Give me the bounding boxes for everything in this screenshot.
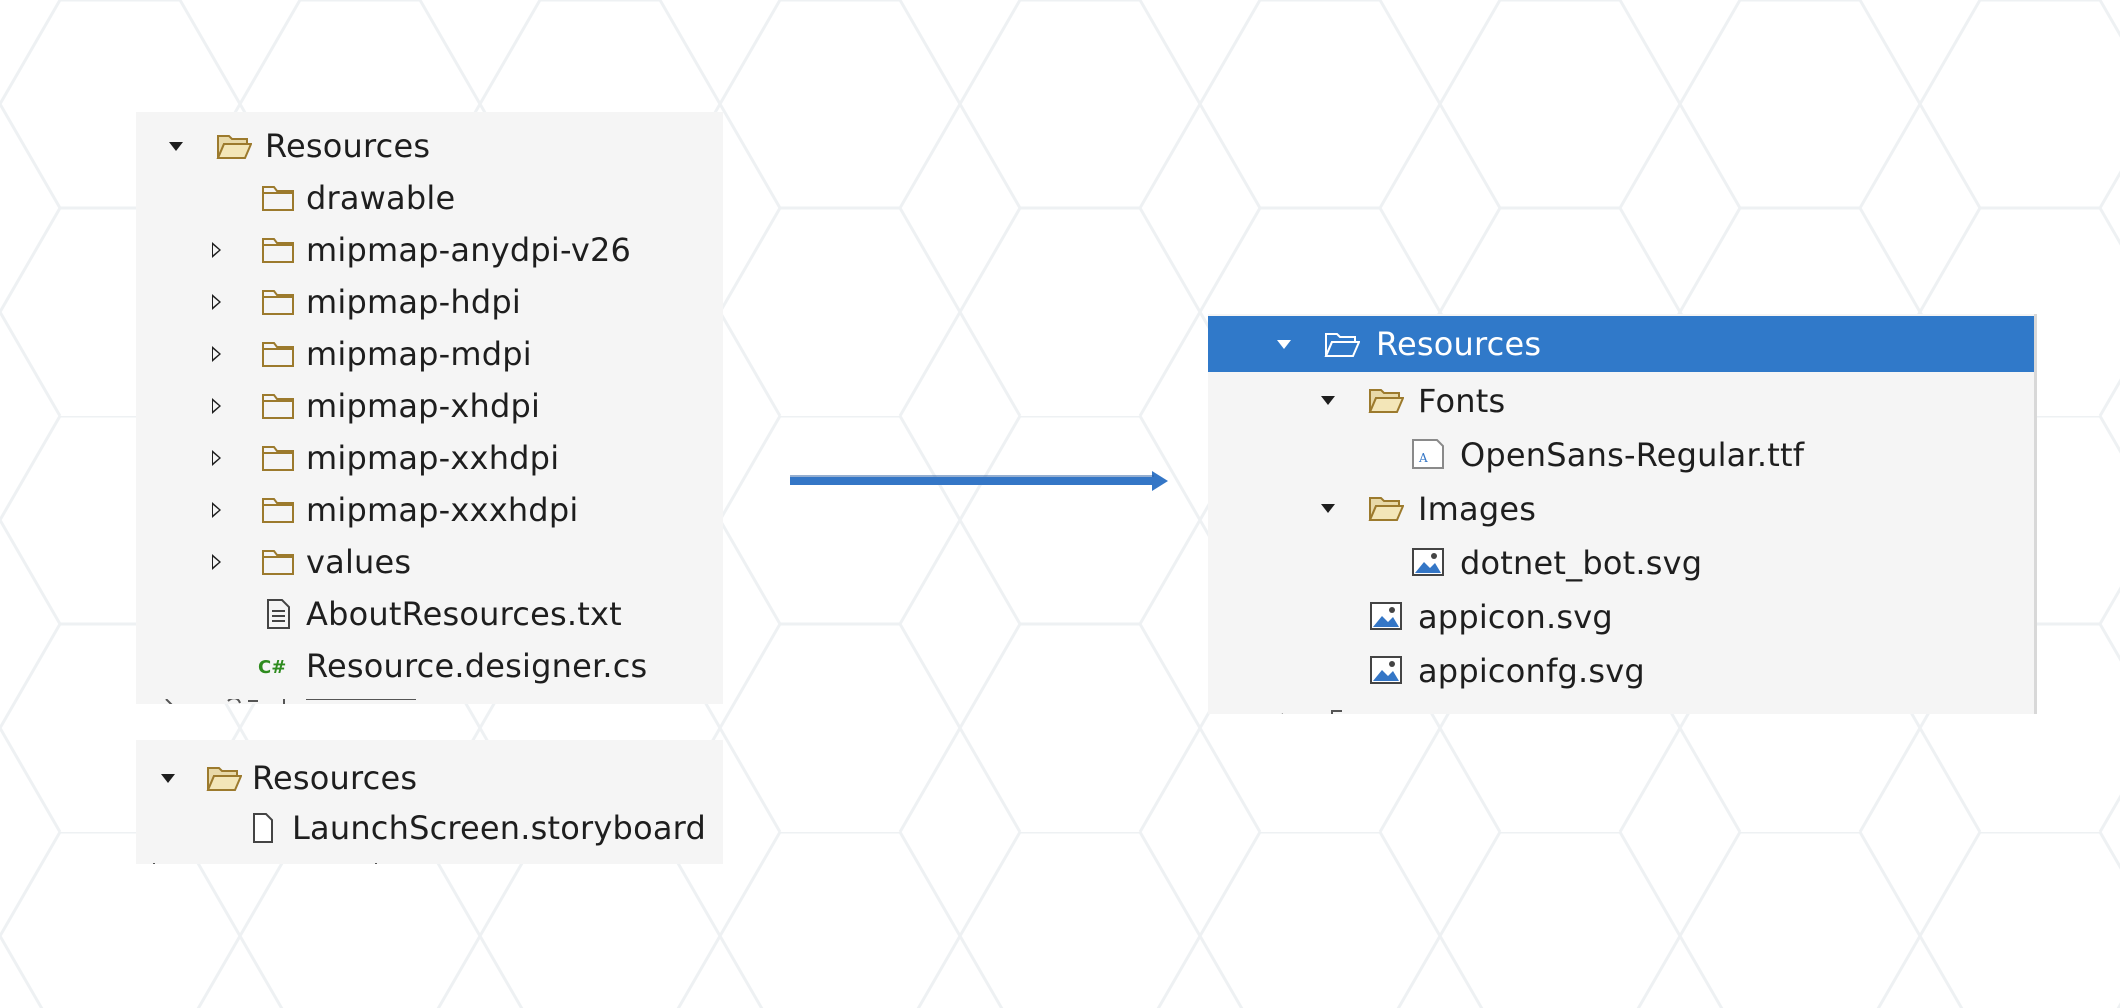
collapse-toggle-icon[interactable] <box>1318 498 1338 518</box>
collapse-toggle-icon[interactable] <box>1274 334 1294 354</box>
collapse-toggle-icon[interactable] <box>166 136 186 156</box>
folder-icon <box>260 234 296 266</box>
ios-resources-tree: Resources LaunchScreen.storyboard <box>136 740 723 864</box>
expand-toggle-icon[interactable] <box>206 344 226 364</box>
tree-node-label: appicon.svg <box>1418 598 1613 636</box>
expand-toggle-icon[interactable] <box>206 552 226 572</box>
tree-node-label: mipmap-xxxhdpi <box>306 491 579 529</box>
tree-node-resources[interactable]: Resources <box>136 752 723 804</box>
tree-node-launchscreen[interactable]: LaunchScreen.storyboard <box>136 802 723 854</box>
tree-node-label: mipmap-xhdpi <box>306 387 541 425</box>
tree-node-drawable[interactable]: drawable <box>136 172 723 224</box>
tree-node-mipmap-hdpi[interactable]: mipmap-hdpi <box>136 276 723 328</box>
tree-node-label: LaunchScreen.storyboard <box>292 809 706 847</box>
folder-icon <box>260 390 296 422</box>
tree-node-label: Resources <box>252 759 418 797</box>
tree-node-label: mipmap-xxhdpi <box>306 439 560 477</box>
open-folder-icon <box>1368 492 1404 524</box>
expand-toggle-icon[interactable] <box>206 396 226 416</box>
open-folder-icon <box>1368 384 1404 416</box>
folder-icon <box>260 182 296 214</box>
open-folder-icon <box>216 130 252 162</box>
image-file-icon <box>1410 546 1446 578</box>
folder-icon <box>260 494 296 526</box>
android-resources-tree: Resources drawable mipmap-anydpi-v26 mip… <box>136 112 723 704</box>
svg-text:A: A <box>1418 451 1428 465</box>
folder-icon <box>260 286 296 318</box>
open-folder-icon <box>1324 328 1360 360</box>
folder-icon <box>260 338 296 370</box>
tree-node-resources[interactable]: Resources <box>1208 316 2034 372</box>
tree-node-label: Fonts <box>1418 382 1506 420</box>
tree-node-images[interactable]: Images <box>1208 482 2034 536</box>
tree-node-dotnet-bot[interactable]: dotnet_bot.svg <box>1208 536 2034 590</box>
tree-node-label: values <box>306 543 412 581</box>
folder-icon <box>260 442 296 474</box>
tree-node-label: Resources <box>1376 325 1542 363</box>
tree-node-aboutresources[interactable]: AboutResources.txt <box>136 588 723 640</box>
tree-node-label: Resource.designer.cs <box>306 647 648 685</box>
expand-toggle-icon[interactable] <box>206 292 226 312</box>
tree-node-resources[interactable]: Resources <box>136 120 723 172</box>
csharp-file-icon: C# <box>256 650 292 682</box>
maui-resources-tree: Resources Fonts A OpenSans-Regular.ttf I… <box>1208 314 2037 714</box>
image-file-icon <box>1368 600 1404 632</box>
tree-node-mipmap-xxxhdpi[interactable]: mipmap-xxxhdpi <box>136 484 723 536</box>
svg-text:C#: C# <box>258 657 286 678</box>
tree-node-label: mipmap-hdpi <box>306 283 522 321</box>
transition-arrow-icon <box>790 471 1168 491</box>
expand-toggle-icon[interactable] <box>206 240 226 260</box>
tree-node-font-file[interactable]: A OpenSans-Regular.ttf <box>1208 428 2034 482</box>
tree-node-values[interactable]: values <box>136 536 723 588</box>
tree-node-appiconfg[interactable]: appiconfg.svg <box>1208 644 2034 698</box>
tree-node-mipmap-anydpi-v26[interactable]: mipmap-anydpi-v26 <box>136 224 723 276</box>
partial-tree-node <box>146 856 446 864</box>
expand-toggle-icon[interactable] <box>206 500 226 520</box>
tree-node-label: AboutResources.txt <box>306 595 622 633</box>
expand-toggle-icon[interactable] <box>206 448 226 468</box>
partial-tree-node <box>156 696 556 704</box>
tree-node-label: appiconfg.svg <box>1418 652 1645 690</box>
tree-node-label: mipmap-anydpi-v26 <box>306 231 632 269</box>
open-folder-icon <box>206 762 242 794</box>
folder-icon <box>260 546 296 578</box>
image-file-icon <box>1368 654 1404 686</box>
tree-node-fonts[interactable]: Fonts <box>1208 374 2034 428</box>
tree-node-label: dotnet_bot.svg <box>1460 544 1703 582</box>
collapse-toggle-icon[interactable] <box>158 768 178 788</box>
tree-node-label: Resources <box>265 127 431 165</box>
collapse-toggle-icon[interactable] <box>1318 390 1338 410</box>
tree-node-label: mipmap-mdpi <box>306 335 532 373</box>
text-file-icon <box>260 598 296 630</box>
tree-node-resource-designer[interactable]: C# Resource.designer.cs <box>136 640 723 692</box>
tree-node-label: OpenSans-Regular.ttf <box>1460 436 1805 474</box>
partial-tree-node <box>1268 704 1388 714</box>
file-icon <box>244 812 280 844</box>
font-file-icon: A <box>1410 438 1446 470</box>
tree-node-mipmap-xxhdpi[interactable]: mipmap-xxhdpi <box>136 432 723 484</box>
tree-node-label: drawable <box>306 179 456 217</box>
tree-node-mipmap-xhdpi[interactable]: mipmap-xhdpi <box>136 380 723 432</box>
tree-node-mipmap-mdpi[interactable]: mipmap-mdpi <box>136 328 723 380</box>
tree-node-appicon[interactable]: appicon.svg <box>1208 590 2034 644</box>
tree-node-label: Images <box>1418 490 1537 528</box>
